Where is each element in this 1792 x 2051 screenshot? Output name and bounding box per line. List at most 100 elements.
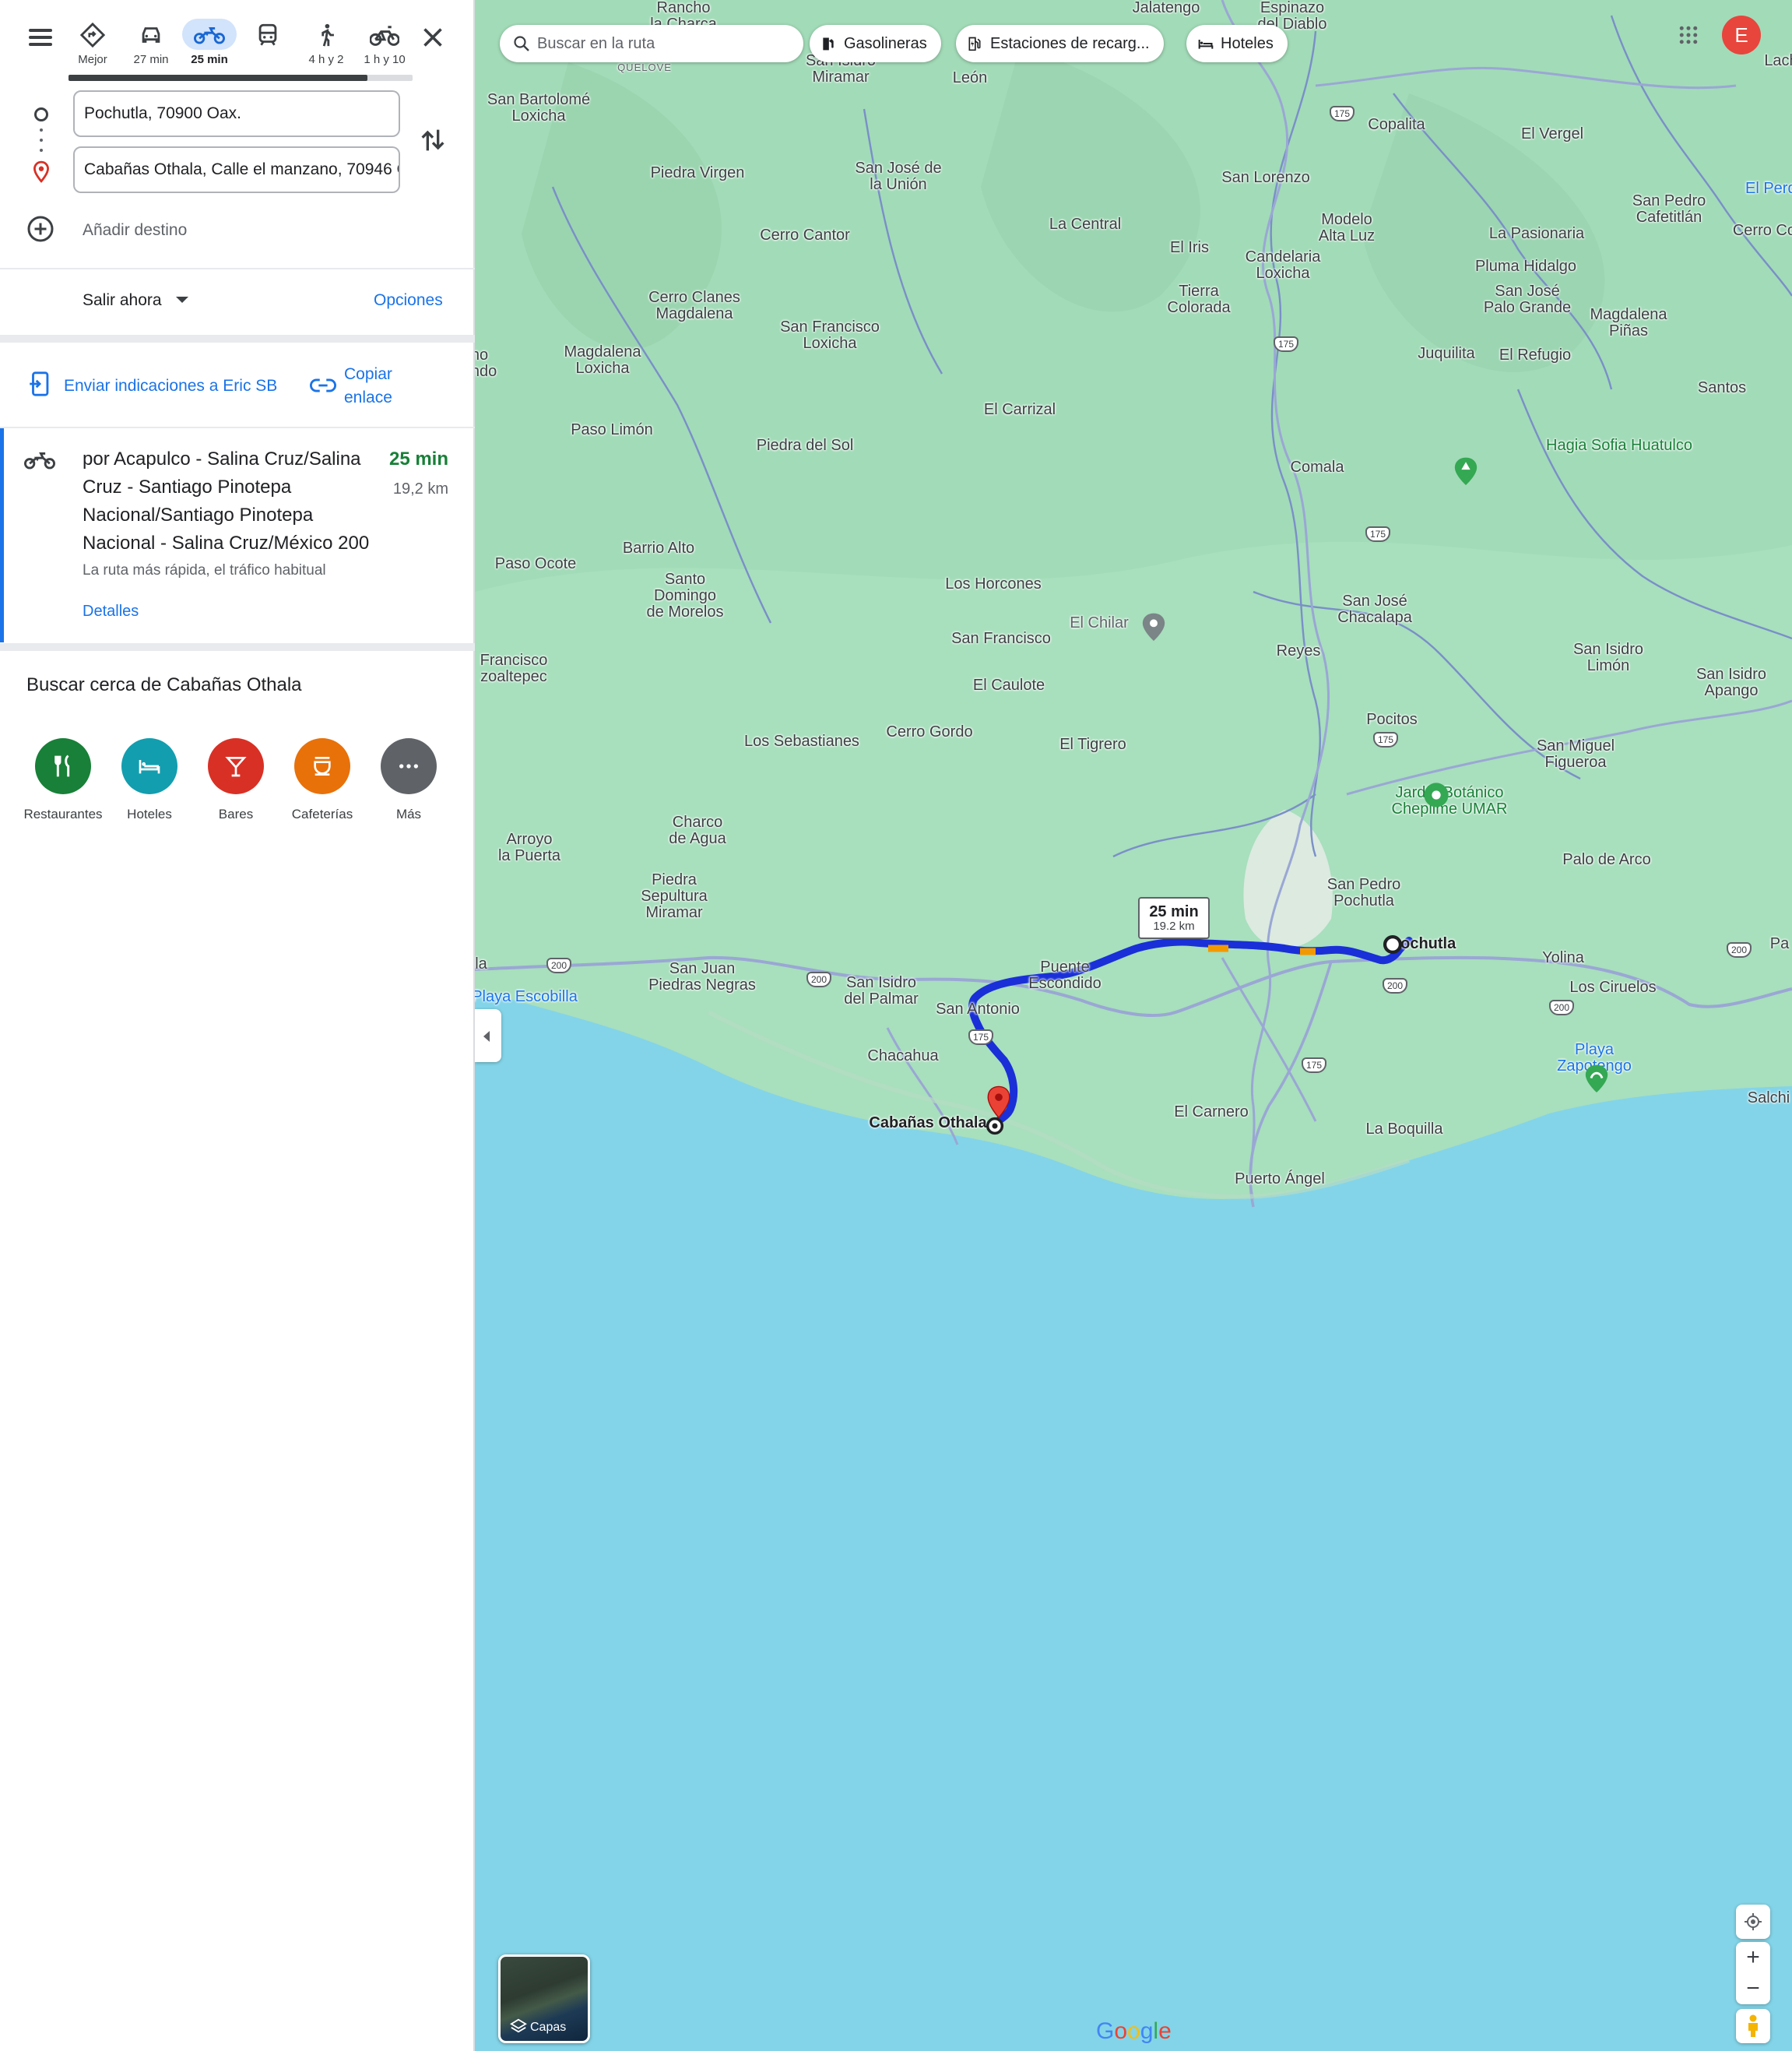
origin-input[interactable]: Pochutla, 70900 Oax. <box>73 90 400 137</box>
place-label[interactable]: Tierra Colorada <box>1167 283 1230 316</box>
place-label[interactable]: El Caulote <box>973 677 1045 694</box>
add-destination-button[interactable]: Añadir destino <box>26 210 416 249</box>
place-label[interactable]: Juquilita <box>1418 346 1474 362</box>
place-label[interactable]: Charco de Agua <box>669 814 726 847</box>
place-label[interactable]: El Chilar <box>1070 615 1129 631</box>
swap-icon[interactable] <box>417 125 448 156</box>
place-label[interactable]: Cerro Gordo <box>886 724 972 741</box>
collapse-panel-button[interactable] <box>475 1009 501 1062</box>
place-label[interactable]: Los Horcones <box>945 576 1041 593</box>
place-label[interactable]: San Miguel Figueroa <box>1537 738 1615 771</box>
place-label[interactable]: Santos <box>1698 380 1746 396</box>
depart-time-dropdown[interactable]: Salir ahora <box>83 291 188 310</box>
place-label[interactable]: San Isidro del Palmar <box>844 975 919 1008</box>
place-label[interactable]: Cerro Cantor <box>760 227 850 244</box>
google-apps-icon[interactable] <box>1677 23 1700 47</box>
place-label[interactable]: Magdalena Piñas <box>1590 307 1667 339</box>
place-label[interactable]: Puerto Ángel <box>1235 1171 1325 1187</box>
place-label[interactable]: San Pedro Cafetitlán <box>1632 193 1706 226</box>
place-label[interactable]: El Carrizal <box>984 402 1056 418</box>
origin-marker-icon[interactable] <box>1379 931 1406 958</box>
place-label[interactable]: San José Chacalapa <box>1337 593 1412 626</box>
chip-gas-stations[interactable]: Gasolineras <box>810 25 941 62</box>
mode-walk[interactable]: 4 h y 2 <box>297 19 355 76</box>
place-label[interactable]: León <box>953 70 988 86</box>
mode-transit[interactable] <box>239 19 297 76</box>
category-bars[interactable]: Bares <box>193 738 279 822</box>
place-label[interactable]: San Juan Piedras Negras <box>648 961 756 994</box>
place-label[interactable]: Los Sebastianes <box>744 734 859 750</box>
place-label[interactable]: Paso Ocote <box>495 556 577 572</box>
park-pin-icon[interactable] <box>1453 456 1479 487</box>
place-label[interactable]: Chacahua <box>867 1048 938 1064</box>
account-avatar[interactable]: E <box>1722 16 1761 55</box>
my-location-button[interactable] <box>1736 1905 1770 1939</box>
place-label[interactable]: Copalita <box>1368 117 1425 133</box>
mode-best[interactable]: Mejor <box>64 19 121 76</box>
place-label[interactable]: Magdalena Loxicha <box>564 344 641 377</box>
poi-pin-icon[interactable] <box>1140 612 1167 643</box>
category-hotels[interactable]: Hoteles <box>107 738 192 822</box>
place-label[interactable]: Piedra del Sol <box>757 438 854 454</box>
place-label[interactable]: La Pasionaria <box>1489 226 1584 242</box>
place-label[interactable]: Cabañas Othala <box>869 1115 986 1131</box>
place-label[interactable]: Barrio Alto <box>623 540 694 557</box>
mode-car[interactable]: 27 min <box>122 19 180 76</box>
place-label[interactable]: Piedra Sepultura Miramar <box>641 872 708 921</box>
zoom-in-button[interactable]: + <box>1736 1942 1770 1973</box>
place-label[interactable]: Puente Escondido <box>1028 959 1101 992</box>
place-label[interactable]: Palo de Arco <box>1562 852 1650 868</box>
garden-pin-icon[interactable] <box>1423 782 1449 808</box>
route-time-callout[interactable]: 25 min 19.2 km <box>1138 897 1210 939</box>
place-label[interactable]: Cerro Clanes Magdalena <box>648 290 740 322</box>
place-label[interactable]: El Refugio <box>1499 347 1571 364</box>
place-label[interactable]: El Vergel <box>1521 126 1583 142</box>
place-label[interactable]: Jalatengo <box>1133 0 1200 16</box>
place-label[interactable]: Playa Escobilla <box>475 989 578 1005</box>
chip-hotels[interactable]: Hoteles <box>1186 25 1288 62</box>
category-cafes[interactable]: Cafeterías <box>279 738 365 822</box>
place-label[interactable]: Lach <box>1764 53 1792 69</box>
place-label[interactable]: El Perdiz <box>1745 181 1792 197</box>
place-label[interactable]: La Boquilla <box>1366 1121 1443 1138</box>
place-label[interactable]: San José de la Unión <box>855 160 941 193</box>
place-label[interactable]: Arroyo la Puerta <box>498 832 560 864</box>
place-label[interactable]: la <box>475 956 487 973</box>
place-label[interactable]: San Bartolomé Loxicha <box>487 92 590 125</box>
menu-icon[interactable] <box>25 23 56 51</box>
place-label[interactable]: San Lorenzo <box>1221 170 1309 186</box>
place-label[interactable]: Piedra Virgen <box>651 165 745 181</box>
place-label[interactable]: Yolina <box>1542 950 1584 966</box>
category-more[interactable]: Más <box>366 738 452 822</box>
place-label[interactable]: Candelaria Loxicha <box>1246 249 1321 282</box>
search-along-route-input[interactable]: Buscar en la ruta <box>500 25 803 62</box>
place-label[interactable]: Los Ciruelos <box>1569 980 1656 996</box>
map-canvas[interactable]: 175 175 175 175 175 175 200 200 200 200 … <box>475 0 1792 2051</box>
layers-button[interactable]: Capas <box>498 1954 590 2043</box>
route-option[interactable]: por Acapulco - Salina Cruz/Salina Cruz -… <box>0 428 475 642</box>
place-label[interactable]: Santo Domingo de Morelos <box>647 572 724 621</box>
mode-bicycle[interactable]: 1 h y 10 <box>356 19 413 76</box>
place-label[interactable]: Hagia Sofia Huatulco <box>1546 438 1692 454</box>
place-label[interactable]: San Isidro Apango <box>1696 667 1766 699</box>
category-restaurants[interactable]: Restaurantes <box>20 738 106 822</box>
destination-input[interactable]: Cabañas Othala, Calle el manzano, 70946 … <box>73 146 400 193</box>
place-label[interactable]: Francisco zoaltepec <box>480 653 548 685</box>
destination-pin-icon[interactable] <box>986 1085 1012 1120</box>
place-label[interactable]: Pocitos <box>1366 712 1418 728</box>
place-label[interactable]: San José Palo Grande <box>1484 283 1571 316</box>
details-link[interactable]: Detalles <box>83 603 139 621</box>
close-icon[interactable] <box>419 23 447 51</box>
zoom-out-button[interactable]: − <box>1736 1973 1770 2004</box>
place-label[interactable]: El Tigrero <box>1059 737 1126 753</box>
place-label[interactable]: Paso Limón <box>571 422 653 438</box>
place-label[interactable]: no rindo <box>475 347 497 380</box>
place-label[interactable]: San Francisco <box>951 631 1051 647</box>
place-label[interactable]: San Francisco Loxicha <box>780 319 880 352</box>
mode-motorcycle[interactable]: 25 min <box>181 19 238 76</box>
copy-link-button[interactable]: Copiar enlace <box>310 363 403 410</box>
place-label[interactable]: Pa <box>1770 936 1789 952</box>
street-view-pegman-icon[interactable] <box>1736 2009 1770 2043</box>
place-label[interactable]: Reyes <box>1277 643 1321 660</box>
place-label[interactable]: Pluma Hidalgo <box>1475 259 1576 275</box>
